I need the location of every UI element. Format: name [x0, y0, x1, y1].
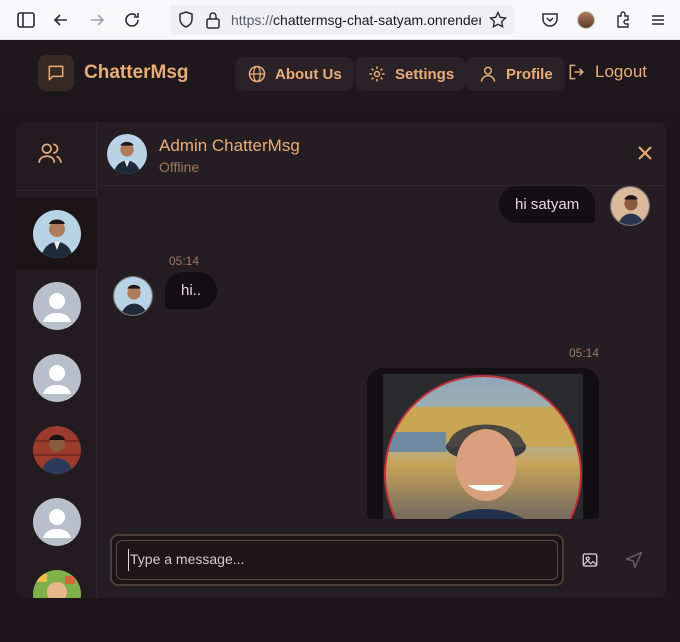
url-host: chattermsg-chat-satyam.onrender.com — [273, 12, 481, 28]
send-button[interactable] — [614, 540, 654, 580]
text-caret — [128, 549, 129, 571]
logout-button[interactable]: Logout — [567, 62, 647, 82]
lock-icon[interactable] — [203, 10, 223, 30]
profile-label: Profile — [506, 65, 553, 83]
about-us-button[interactable]: About Us — [235, 57, 354, 91]
sidebar-divider — [16, 190, 97, 191]
contacts-sidebar — [16, 122, 97, 598]
account-avatar-icon[interactable] — [577, 11, 595, 29]
globe-icon — [248, 65, 266, 83]
message-list: hi satyam 05:14 hi.. 05:14 — [97, 186, 666, 519]
contact-avatar — [33, 354, 81, 402]
chat-header: Admin ChatterMsg Offline — [97, 122, 666, 186]
extensions-icon[interactable] — [613, 10, 633, 30]
contact-avatar — [33, 282, 81, 330]
pocket-icon[interactable] — [540, 10, 560, 30]
contact-avatar — [33, 426, 81, 474]
users-icon[interactable] — [37, 140, 63, 166]
contact-avatar — [33, 570, 81, 598]
contact-item[interactable] — [16, 342, 97, 414]
chat-bubble-icon — [48, 65, 64, 81]
logout-label: Logout — [595, 62, 647, 81]
profile-button[interactable]: Profile — [466, 57, 565, 91]
settings-button[interactable]: Settings — [355, 57, 467, 91]
image-icon — [582, 553, 598, 567]
contact-avatar — [33, 498, 81, 546]
logout-icon — [569, 64, 584, 80]
logo[interactable] — [38, 55, 74, 91]
message-composer[interactable] — [110, 534, 564, 586]
user-icon — [480, 66, 496, 82]
url-bar[interactable]: https://chattermsg-chat-satyam.onrender.… — [170, 5, 514, 35]
message-time: 05:14 — [169, 254, 200, 268]
brand-name[interactable]: ChatterMsg — [84, 62, 189, 84]
image-frame — [383, 374, 583, 519]
contact-item[interactable] — [16, 270, 97, 342]
send-icon — [625, 551, 643, 569]
contact-avatar — [33, 210, 81, 258]
shared-photo — [384, 375, 582, 519]
message-bubble-outgoing: hi satyam — [499, 186, 596, 223]
gear-icon — [369, 66, 385, 82]
contact-name: Admin ChatterMsg — [159, 136, 300, 155]
message-time: 05:14 — [569, 346, 600, 360]
shield-icon[interactable] — [176, 10, 196, 30]
back-icon[interactable] — [51, 10, 71, 30]
message-avatar — [113, 276, 153, 316]
contact-item[interactable] — [16, 486, 97, 558]
browser-toolbar: https://chattermsg-chat-satyam.onrender.… — [0, 0, 680, 40]
contact-status: Offline — [159, 159, 200, 175]
attach-image-button[interactable] — [570, 540, 610, 580]
contact-item[interactable] — [16, 414, 97, 486]
url-text[interactable]: https://chattermsg-chat-satyam.onrender.… — [231, 12, 481, 28]
reload-icon[interactable] — [122, 10, 142, 30]
navbar: ChatterMsg About Us Settings Profile Log… — [0, 40, 680, 108]
url-prefix: https:// — [231, 12, 274, 28]
message-avatar — [610, 186, 650, 226]
contact-item[interactable] — [16, 198, 97, 270]
menu-icon[interactable] — [648, 10, 668, 30]
sidebar-toggle-icon[interactable] — [16, 10, 36, 30]
app: ChatterMsg About Us Settings Profile Log… — [0, 40, 680, 642]
message-bubble-incoming: hi.. — [165, 272, 218, 309]
chat-panel: Admin ChatterMsg Offline hi satyam 05:14… — [16, 122, 666, 598]
close-icon[interactable] — [633, 141, 657, 165]
about-us-label: About Us — [275, 65, 342, 83]
contact-item[interactable] — [16, 558, 97, 598]
message-image-outgoing[interactable] — [367, 368, 599, 519]
forward-icon[interactable] — [87, 10, 107, 30]
bookmark-star-icon[interactable] — [488, 10, 508, 30]
message-input[interactable] — [130, 551, 530, 567]
settings-label: Settings — [395, 65, 455, 83]
contact-avatar[interactable] — [107, 134, 147, 174]
